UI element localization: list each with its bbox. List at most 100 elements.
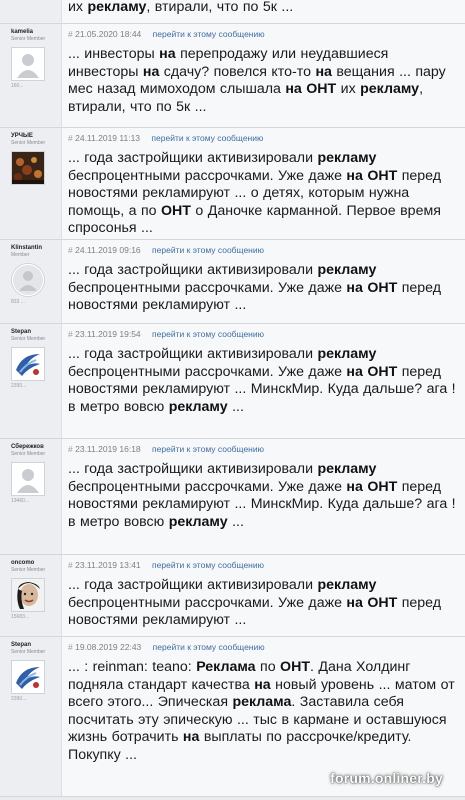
post-author-panel: Stepan Senior Member 2390...: [0, 637, 62, 796]
post-body: их рекламу, втирали, что по 5к ...: [62, 0, 465, 23]
author-post-count: 2390...: [11, 696, 27, 702]
quote-text: ...: [227, 513, 244, 530]
highlighted-keyword: рекламу: [317, 262, 377, 278]
hash-icon: #: [68, 329, 73, 339]
post-meta: # 23.11.2019 16:18 перейти к этому сообщ…: [68, 443, 457, 456]
highlighted-keyword: на ОНТ: [346, 167, 398, 184]
author-post-count: 2390...: [11, 383, 27, 389]
post-quote[interactable]: ... года застройщики активизировали рекл…: [68, 461, 457, 531]
highlighted-keyword: рекламу: [168, 513, 228, 530]
author-rank: Senior Member: [11, 36, 46, 42]
quote-text: их: [336, 81, 361, 98]
post-quote[interactable]: ... года застройщики активизировали рекл…: [68, 346, 457, 416]
avatar[interactable]: [11, 462, 45, 496]
highlighted-keyword: на ОНТ: [346, 594, 398, 611]
highlighted-keyword: рекламу: [317, 461, 377, 477]
highlighted-keyword: на: [142, 63, 160, 80]
post: их рекламу, втирали, что по 5к ...: [0, 0, 465, 24]
quote-text: сдачу? повелся кто-то: [159, 63, 316, 80]
avatar[interactable]: [11, 347, 45, 381]
post-quote[interactable]: их рекламу, втирали, что по 5к ...: [68, 0, 457, 17]
post-meta: # 23.11.2019 13:41 перейти к этому сообщ…: [68, 559, 457, 572]
post: Klinstantin Member 833 ... # 24.11.2019 …: [0, 240, 465, 324]
goto-post-link[interactable]: перейти к этому сообщению: [153, 29, 265, 39]
hash-icon: #: [68, 642, 73, 652]
post-meta: # 21.05.2020 18:44 перейти к этому сообщ…: [68, 28, 457, 41]
post-date: 23.11.2019 16:18: [75, 444, 141, 454]
post-date: 19.08.2019 22:43: [75, 642, 142, 652]
goto-post-link[interactable]: перейти к этому сообщению: [152, 245, 264, 255]
post-meta: # 19.08.2019 22:43 перейти к этому сообщ…: [68, 641, 457, 654]
quote-text: беспроцентными рассрочками. Уже даже: [68, 167, 347, 184]
post-date: 24.11.2019 09:16: [75, 245, 141, 255]
goto-post-link[interactable]: перейти к этому сообщению: [152, 444, 264, 454]
post-author-panel: oncomo Senior Member 15683...: [0, 555, 62, 636]
quote-text: беспроцентными рассрочками. Уже даже: [68, 279, 347, 296]
post: Stepan Senior Member 2390... # 23.11.201…: [0, 324, 465, 439]
goto-post-link[interactable]: перейти к этому сообщению: [152, 560, 264, 570]
author-name[interactable]: oncomo: [11, 559, 61, 567]
highlighted-keyword: рекламу: [317, 346, 377, 362]
author-rank: Senior Member: [11, 451, 46, 457]
goto-post-link[interactable]: перейти к этому сообщению: [152, 329, 264, 339]
post-author-panel: Klinstantin Member 833 ...: [0, 240, 62, 323]
post-date: 23.11.2019 13:41: [75, 560, 141, 570]
goto-post-link[interactable]: перейти к этому сообщению: [153, 642, 265, 652]
avatar[interactable]: [11, 263, 45, 297]
post-quote[interactable]: ... года застройщики активизировали рекл…: [68, 150, 457, 238]
author-post-count: 833 ...: [11, 299, 25, 305]
highlighted-keyword: рекламу: [168, 398, 228, 415]
avatar[interactable]: [11, 660, 45, 694]
hash-icon: #: [68, 245, 73, 255]
highlighted-keyword: на: [254, 676, 271, 693]
post-author-panel: Stepan Senior Member 2390...: [0, 324, 62, 438]
post-quote[interactable]: ... года застройщики активизировали рекл…: [68, 262, 457, 315]
goto-post-link[interactable]: перейти к этому сообщению: [151, 133, 263, 143]
author-rank: Senior Member: [11, 336, 46, 342]
user-placeholder-icon: [12, 463, 44, 495]
author-name[interactable]: УРЧЫЕ: [11, 132, 61, 140]
highlighted-keyword: Реклама: [196, 659, 256, 675]
highlighted-keyword: реклама: [232, 694, 292, 711]
hash-icon: #: [68, 560, 73, 570]
avatar[interactable]: [11, 47, 45, 81]
highlighted-keyword: рекламу: [317, 150, 377, 166]
highlighted-keyword: на: [315, 63, 332, 80]
highlighted-keyword: на ОНТ: [346, 279, 398, 296]
avatar[interactable]: [11, 578, 45, 612]
quote-text: ... года застройщики активизировали: [68, 262, 318, 278]
post-date: 23.11.2019 19:54: [75, 329, 141, 339]
post-body: # 24.11.2019 09:16 перейти к этому сообщ…: [62, 240, 465, 323]
post-body: # 23.11.2019 13:41 перейти к этому сообщ…: [62, 555, 465, 636]
author-rank: Senior Member: [11, 567, 46, 573]
quote-text: беспроцентными рассрочками. Уже даже: [68, 363, 347, 380]
author-name[interactable]: Stepan: [11, 328, 61, 336]
user-placeholder-icon: [12, 48, 44, 80]
highlighted-keyword: на: [182, 729, 200, 746]
quote-text: ... года застройщики активизировали: [68, 577, 318, 593]
highlighted-keyword: на ОНТ: [346, 478, 398, 495]
post-body: # 21.05.2020 18:44 перейти к этому сообщ…: [62, 24, 465, 127]
avatar[interactable]: [11, 151, 45, 185]
highlighted-keyword: на: [159, 46, 176, 62]
author-name[interactable]: kamelia: [11, 28, 61, 36]
quote-text: ... инвесторы: [68, 46, 160, 62]
post-quote[interactable]: ... инвесторы на перепродажу или неудавш…: [68, 46, 457, 116]
post-quote[interactable]: ... года застройщики активизировали рекл…: [68, 577, 457, 630]
post-author-panel: [0, 0, 62, 23]
post: kamelia Senior Member 160... # 21.05.202…: [0, 24, 465, 128]
highlighted-keyword: рекламу: [317, 577, 377, 593]
post-date: 24.11.2019 11:13: [75, 133, 141, 143]
post-author-panel: kamelia Senior Member 160...: [0, 24, 62, 127]
author-name[interactable]: Сбережков: [11, 443, 61, 451]
blue-logo-icon: [12, 348, 44, 380]
author-rank: Member: [11, 252, 30, 258]
author-name[interactable]: Klinstantin: [11, 244, 61, 252]
author-post-count: 15683...: [11, 614, 30, 620]
post-quote[interactable]: ... : reinman: teano: Реклама по ОНТ. Да…: [68, 659, 457, 765]
post-meta: # 24.11.2019 09:16 перейти к этому сообщ…: [68, 244, 457, 257]
quote-text: ...: [227, 398, 244, 415]
hash-icon: #: [68, 444, 73, 454]
user-placeholder-icon: [12, 264, 44, 296]
author-name[interactable]: Stepan: [11, 641, 61, 649]
